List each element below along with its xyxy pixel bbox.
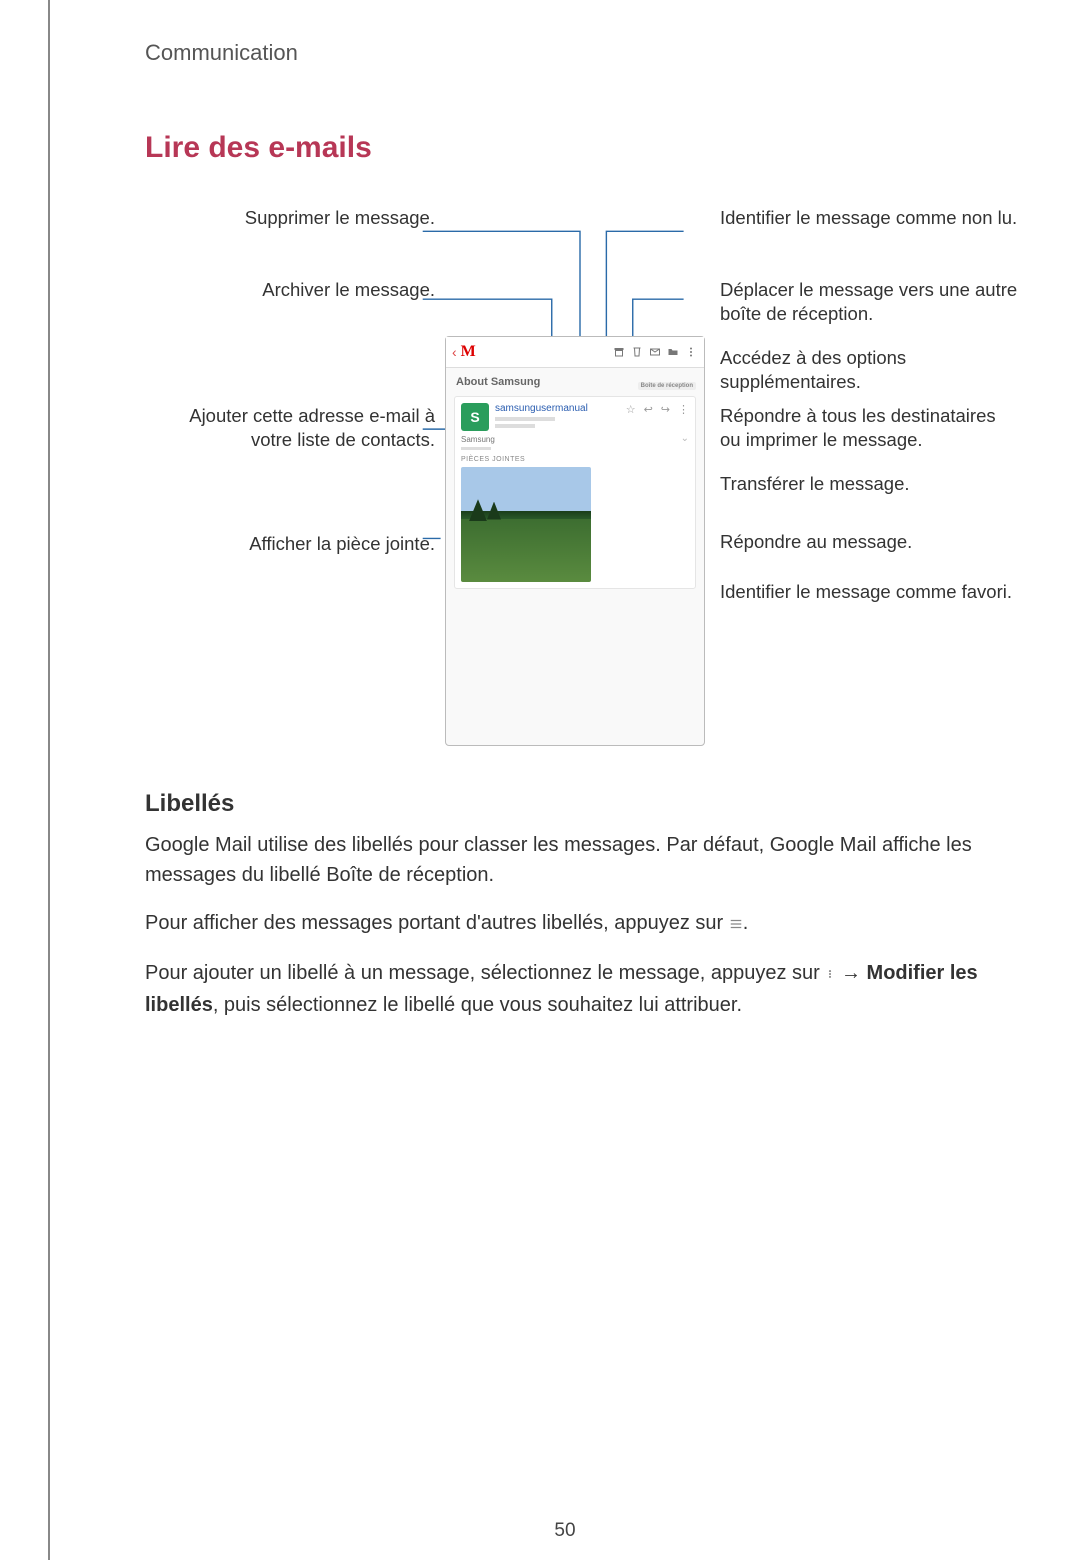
callout-more-options: Accédez à des options supplémentaires. [720, 346, 1020, 394]
message-body-title: Samsung [461, 435, 689, 444]
callout-favorite: Identifier le message comme favori. [720, 580, 1020, 604]
page-number: 50 [50, 1520, 1080, 1542]
callout-move: Déplacer le message vers une autre boîte… [720, 278, 1020, 326]
drawer-menu-icon [729, 910, 743, 940]
more-vertical-icon-inline [825, 960, 835, 990]
inbox-label-chip: Boîte de réception [638, 382, 696, 390]
body-paragraph-2: Pour afficher des messages portant d'aut… [145, 908, 985, 940]
subsection-title-labels: Libellés [145, 790, 985, 818]
attachment-image[interactable] [461, 467, 591, 582]
reply-icon[interactable]: ↩ [644, 403, 653, 416]
email-subject: About Samsung [456, 376, 540, 388]
callout-add-contact: Ajouter cette adresse e-mail à votre lis… [175, 404, 435, 452]
callout-reply: Répondre au message. [720, 530, 1020, 554]
callout-archive: Archiver le message. [185, 278, 435, 302]
callout-forward: Transférer le message. [720, 472, 1020, 496]
message-more-icon[interactable]: ⋮ [678, 403, 689, 416]
phone-screenshot: ‹ M About Samsun [445, 336, 705, 746]
callout-delete: Supprimer le message. [185, 206, 435, 230]
body-paragraph-3: Pour ajouter un libellé à un message, sé… [145, 958, 985, 1020]
forward-icon[interactable]: ↪ [661, 403, 670, 416]
email-message-card: S samsungusermanual ☆ ↩ ↪ ⋮ ⌄ Samsung [454, 396, 696, 589]
email-subject-row: About Samsung Boîte de réception [446, 368, 704, 392]
section-title: Lire des e-mails [145, 131, 985, 165]
annotated-diagram: Supprimer le message. Archiver le messag… [175, 200, 985, 760]
back-chevron-icon[interactable]: ‹ [452, 344, 457, 360]
attachments-label: PIÈCES JOINTES [461, 456, 689, 463]
more-vertical-icon[interactable] [684, 345, 698, 359]
mark-unread-icon[interactable] [648, 345, 662, 359]
callout-reply-all: Répondre à tous les destinataires ou imp… [720, 404, 1020, 452]
email-top-toolbar: ‹ M [446, 337, 704, 368]
star-icon[interactable]: ☆ [626, 403, 636, 416]
move-folder-icon[interactable] [666, 345, 680, 359]
body-paragraph-1: Google Mail utilise des libellés pour cl… [145, 830, 985, 890]
gmail-m-icon: M [461, 343, 476, 361]
delete-icon[interactable] [630, 345, 644, 359]
callout-mark-unread: Identifier le message comme non lu. [720, 206, 1020, 230]
sender-name: samsungusermanual [495, 403, 620, 414]
sender-avatar-icon[interactable]: S [461, 403, 489, 431]
expand-chevron-icon[interactable]: ⌄ [681, 433, 689, 444]
breadcrumb: Communication [145, 40, 985, 66]
archive-icon[interactable] [612, 345, 626, 359]
callout-attachment: Afficher la pièce jointe. [185, 532, 435, 556]
